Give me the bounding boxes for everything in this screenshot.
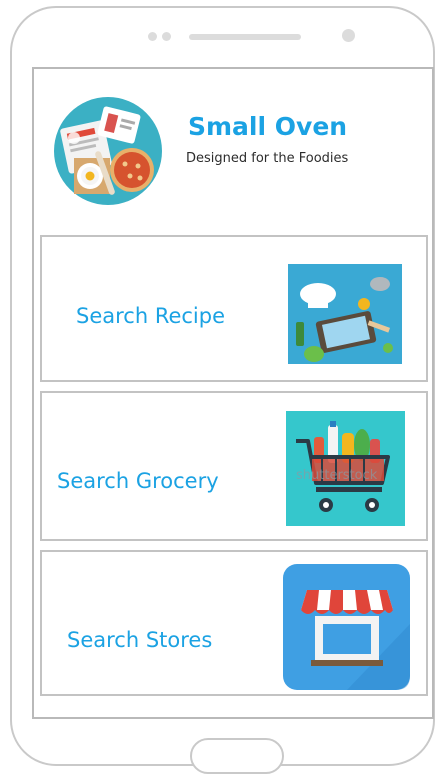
cooking-utensils-illustration-icon [288, 264, 402, 364]
search-stores-label: Search Stores [67, 628, 213, 652]
front-camera-icon [342, 29, 355, 42]
app-logo-icon [54, 97, 162, 205]
app-subtitle: Designed for the Foodies [186, 151, 349, 166]
sensor-dot-icon [148, 32, 157, 41]
search-recipe-label: Search Recipe [76, 304, 226, 328]
watermark-text: shutterstock [296, 468, 378, 483]
grocery-cart-icon: shutterstock [286, 411, 405, 526]
search-grocery-label: Search Grocery [57, 469, 219, 493]
storefront-icon [283, 564, 410, 690]
sensor-dot-icon [162, 32, 171, 41]
app-title: Small Oven [188, 112, 348, 141]
speaker-grill-icon [189, 34, 301, 40]
